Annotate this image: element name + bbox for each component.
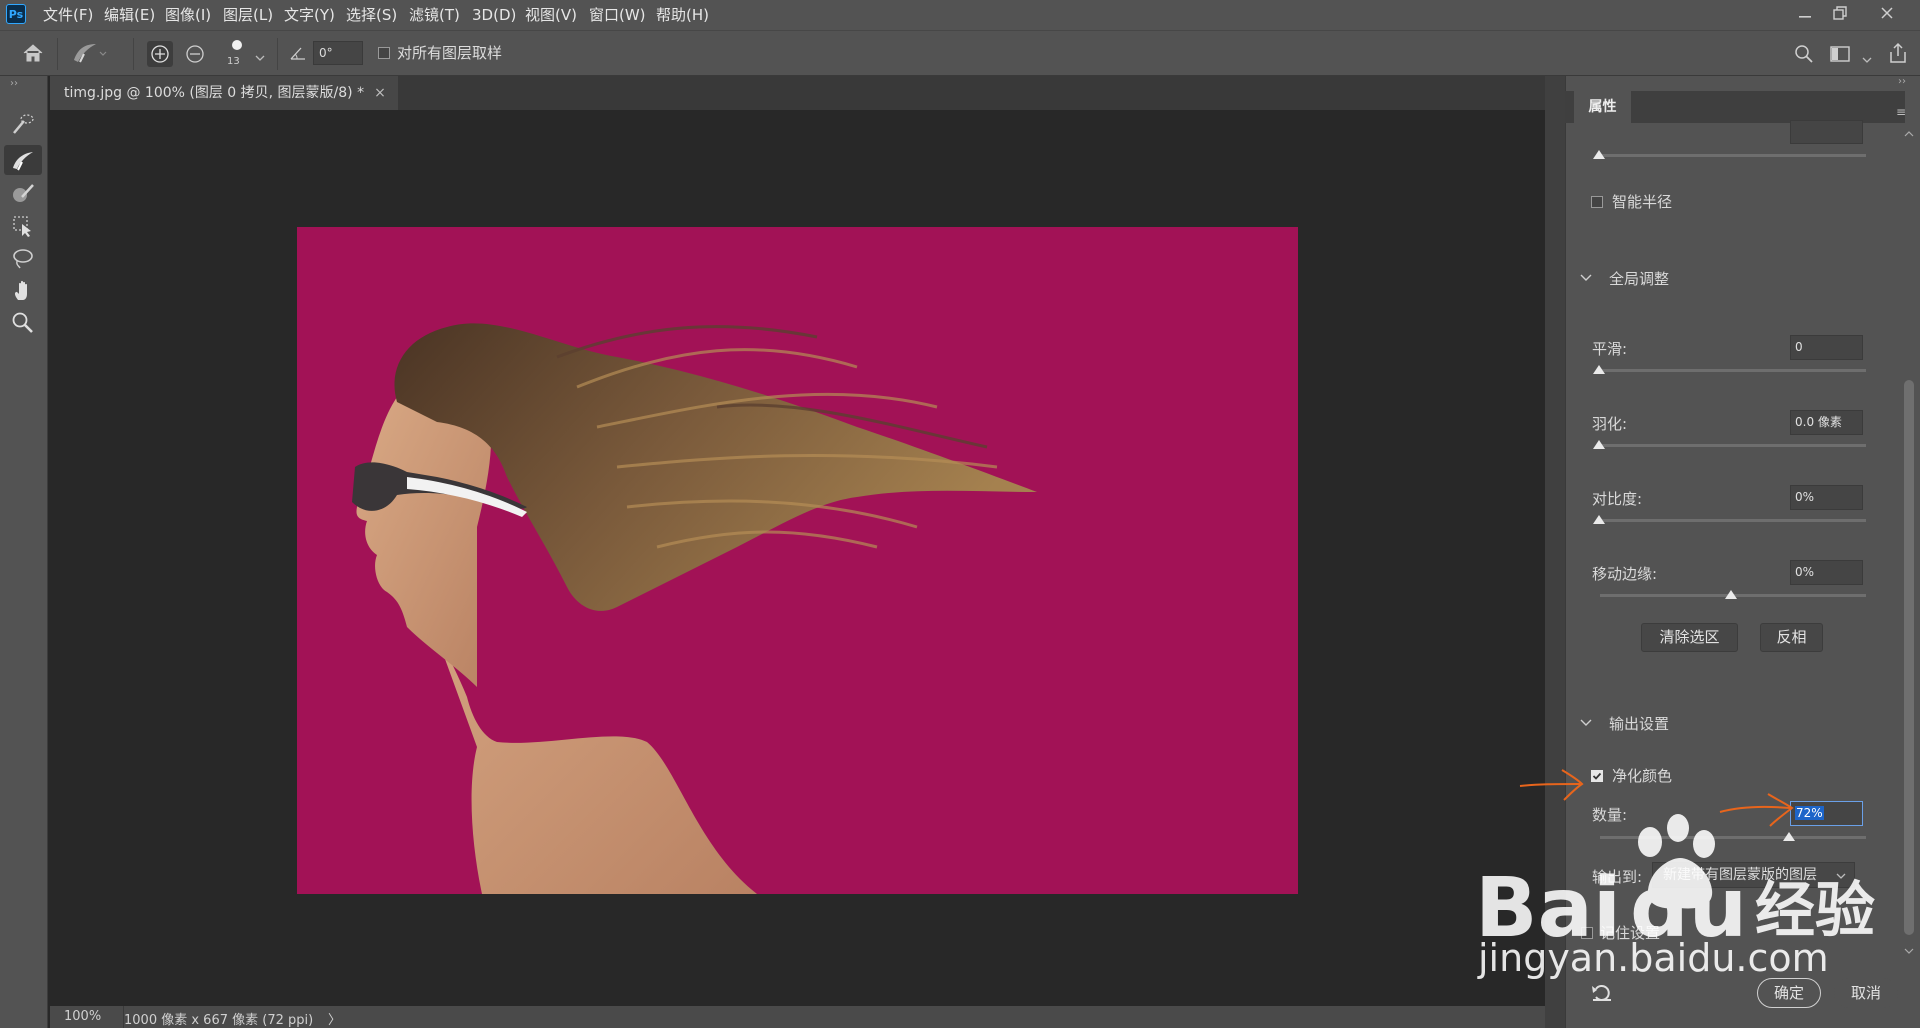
object-selection-tool-icon[interactable] — [4, 211, 42, 241]
close-tab-icon[interactable]: × — [374, 76, 386, 110]
panel-divider — [1545, 76, 1565, 1028]
radius-slider-thumb[interactable] — [1593, 150, 1605, 159]
reset-icon[interactable] — [1591, 983, 1613, 1007]
zoom-tool-icon[interactable] — [4, 308, 42, 338]
smooth-field[interactable]: 0 — [1790, 335, 1863, 360]
sample-all-layers-checkbox[interactable] — [378, 47, 390, 59]
brush-size-icon[interactable] — [230, 38, 244, 56]
amount-label: 数量: — [1592, 806, 1628, 824]
chevron-down-icon[interactable] — [1580, 271, 1592, 285]
feather-slider-thumb[interactable] — [1593, 440, 1605, 449]
home-icon[interactable] — [22, 43, 44, 67]
output-to-select[interactable]: 新建带有图层蒙版的图层 — [1652, 862, 1855, 888]
menu-help[interactable]: 帮助(H) — [656, 0, 709, 30]
refine-edge-brush-tool-icon[interactable] — [4, 145, 42, 175]
smart-radius-label: 智能半径 — [1612, 193, 1673, 211]
document-info: 1000 像素 x 667 像素 (72 ppi) — [124, 1013, 314, 1028]
panel-collapse-icon[interactable]: ›› — [10, 78, 18, 89]
workspace-icon[interactable] — [1830, 46, 1850, 66]
refine-brush-preset-icon[interactable] — [70, 40, 110, 70]
contrast-slider-track[interactable] — [1600, 519, 1866, 522]
smooth-label: 平滑: — [1592, 340, 1628, 358]
feather-label: 羽化: — [1592, 415, 1628, 433]
menu-layer[interactable]: 图层(L) — [223, 0, 273, 30]
decontaminate-colors-label: 净化颜色 — [1612, 767, 1673, 785]
radius-field[interactable] — [1790, 120, 1863, 144]
restore-icon[interactable] — [1825, 4, 1855, 26]
smooth-slider-track[interactable] — [1600, 369, 1866, 372]
close-icon[interactable] — [1872, 4, 1902, 26]
tab-properties[interactable]: 属性 — [1574, 91, 1631, 123]
menu-image[interactable]: 图像(I) — [165, 0, 211, 30]
lasso-tool-icon[interactable] — [4, 243, 42, 273]
menu-type[interactable]: 文字(Y) — [284, 0, 335, 30]
properties-scroll-thumb[interactable] — [1904, 380, 1914, 935]
angle-field[interactable]: 0° — [313, 41, 363, 65]
output-settings-title[interactable]: 输出设置 — [1609, 713, 1669, 734]
amount-slider-track[interactable] — [1600, 836, 1866, 839]
panel-menu-icon[interactable]: ≡ — [1896, 105, 1906, 119]
feather-field[interactable]: 0.0 像素 — [1790, 410, 1863, 435]
brush-size-value: 13 — [227, 56, 240, 67]
erase-refinements-icon[interactable] — [182, 41, 208, 71]
document-image[interactable] — [297, 227, 1298, 894]
amount-value-selected: 72% — [1795, 806, 1824, 820]
clear-selection-button[interactable]: 清除选区 — [1641, 623, 1738, 652]
remember-settings-checkbox[interactable] — [1581, 927, 1593, 939]
document-tab[interactable]: timg.jpg @ 100% (图层 0 拷贝, 图层蒙版/8) * × — [50, 76, 398, 110]
menu-view[interactable]: 视图(V) — [525, 0, 577, 30]
document-tab-title: timg.jpg @ 100% (图层 0 拷贝, 图层蒙版/8) * — [64, 85, 365, 101]
photoshop-logo-icon: Ps — [6, 4, 26, 24]
contrast-label: 对比度: — [1592, 490, 1643, 508]
global-adjustments-title[interactable]: 全局调整 — [1609, 268, 1669, 289]
status-arrow-icon[interactable]: 〉 — [328, 1009, 341, 1028]
menu-bar: Ps 文件(F) 编辑(E) 图像(I) 图层(L) 文字(Y) 选择(S) 滤… — [0, 0, 1920, 30]
menu-select[interactable]: 选择(S) — [346, 0, 397, 30]
brush-tool-icon[interactable] — [4, 178, 42, 208]
annotation-arrow-icon — [1718, 790, 1798, 834]
options-bar — [0, 30, 1920, 76]
shift-edge-label: 移动边缘: — [1592, 565, 1658, 583]
angle-icon — [289, 45, 307, 65]
ok-button[interactable]: 确定 — [1757, 978, 1821, 1008]
minimize-icon[interactable] — [1790, 4, 1820, 26]
expand-detection-area-icon[interactable] — [147, 41, 173, 67]
output-to-label: 输出到: — [1592, 868, 1643, 886]
output-to-value: 新建带有图层蒙版的图层 — [1663, 867, 1817, 883]
contrast-field[interactable]: 0% — [1790, 485, 1863, 510]
menu-3d[interactable]: 3D(D) — [472, 0, 516, 30]
shift-edge-slider-thumb[interactable] — [1725, 590, 1737, 599]
panel-expand-icon[interactable]: ›› — [1898, 76, 1906, 87]
remember-settings-label: 记住设置 — [1600, 924, 1661, 942]
sample-all-layers-label: 对所有图层取样 — [397, 44, 503, 62]
menu-filter[interactable]: 滤镜(T) — [409, 0, 460, 30]
share-icon[interactable] — [1888, 42, 1908, 68]
chevron-down-icon[interactable] — [1580, 716, 1592, 730]
menu-file[interactable]: 文件(F) — [43, 0, 93, 30]
decontaminate-colors-checkbox[interactable] — [1591, 770, 1603, 782]
workspace-chevron-icon[interactable] — [1862, 50, 1872, 68]
invert-button[interactable]: 反相 — [1760, 623, 1823, 652]
shift-edge-field[interactable]: 0% — [1790, 560, 1863, 585]
contrast-slider-thumb[interactable] — [1593, 515, 1605, 524]
menu-window[interactable]: 窗口(W) — [589, 0, 646, 30]
radius-slider-track[interactable] — [1600, 154, 1866, 157]
feather-slider-track[interactable] — [1600, 444, 1866, 447]
chevron-down-icon[interactable] — [255, 48, 265, 66]
menu-edit[interactable]: 编辑(E) — [104, 0, 155, 30]
search-icon[interactable] — [1794, 44, 1814, 68]
status-bar: 100% 1000 像素 x 667 像素 (72 ppi) 〉 — [50, 1006, 1565, 1028]
zoom-level[interactable]: 100% — [64, 1009, 101, 1024]
hand-tool-icon[interactable] — [4, 276, 42, 306]
smart-radius-checkbox[interactable] — [1591, 196, 1603, 208]
annotation-arrow-icon — [1518, 762, 1588, 806]
smooth-slider-thumb[interactable] — [1593, 365, 1605, 374]
amount-field[interactable]: 72% — [1790, 801, 1863, 826]
quick-selection-tool-icon[interactable] — [4, 110, 42, 140]
chevron-down-icon — [1836, 873, 1846, 879]
cancel-button[interactable]: 取消 — [1834, 978, 1898, 1008]
